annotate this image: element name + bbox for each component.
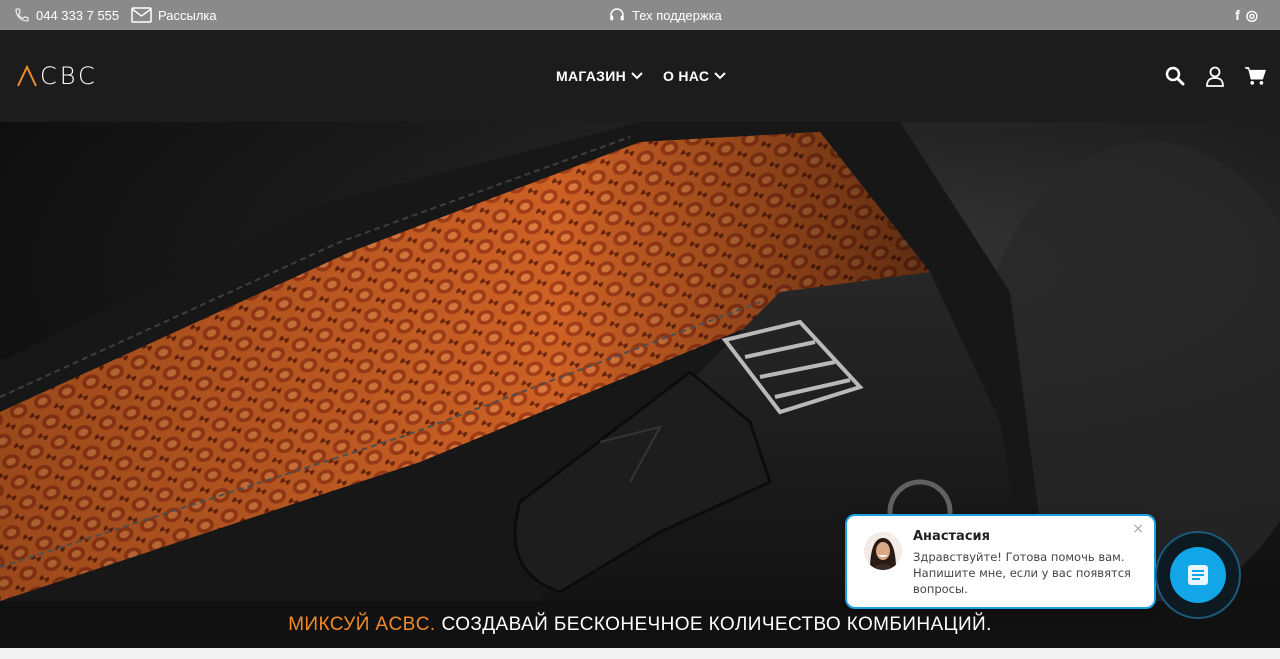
phone-icon [14, 7, 30, 23]
logo-text: CBC [40, 62, 98, 90]
newsletter-label: Рассылка [158, 7, 217, 23]
headset-icon [608, 6, 626, 24]
chat-greeting-bubble[interactable]: Анастасия Здравствуйте! Готова помочь ва… [845, 514, 1163, 609]
main-header: CBC МАГАЗИН О НАС [0, 30, 1280, 122]
chat-launcher-button[interactable] [1155, 531, 1241, 619]
chat-message: Здравствуйте! Готова помочь вам. Напишит… [913, 550, 1131, 596]
header-actions [1164, 60, 1266, 92]
instagram-icon[interactable]: ◎ [1246, 7, 1258, 24]
phone-link[interactable]: 044 333 7 555 [14, 0, 119, 30]
nav-about-label: О НАС [662, 68, 710, 84]
nav-shop[interactable]: МАГАЗИН [556, 68, 643, 84]
chat-launcher-inner [1170, 547, 1226, 603]
nav-shop-label: МАГАЗИН [556, 68, 626, 84]
close-icon[interactable]: × [1132, 521, 1144, 537]
agent-avatar [864, 532, 902, 570]
support-link[interactable]: Тех поддержка [608, 0, 722, 30]
newsletter-link[interactable]: Рассылка [131, 0, 217, 30]
chevron-down-icon [631, 72, 643, 80]
cart-icon[interactable] [1244, 65, 1266, 87]
page-bottom-strip [0, 648, 1280, 659]
top-bar: 044 333 7 555 Рассылка Тех поддержка f ◎ [0, 0, 1280, 30]
chat-document-icon [1188, 565, 1208, 585]
support-label: Тех поддержка [632, 7, 722, 23]
facebook-icon[interactable]: f [1235, 7, 1240, 23]
logo-a-mark-icon [17, 65, 37, 87]
phone-number: 044 333 7 555 [36, 7, 120, 23]
banner-accent: МИКСУЙ ACBC. [288, 613, 436, 635]
search-icon[interactable] [1164, 65, 1186, 87]
user-icon[interactable] [1204, 65, 1226, 87]
envelope-icon [131, 7, 152, 23]
chevron-down-icon [714, 72, 726, 80]
nav-about[interactable]: О НАС [663, 68, 726, 84]
main-nav: МАГАЗИН О НАС [556, 60, 726, 92]
social-links: f ◎ [1235, 0, 1258, 30]
agent-name: Анастасия [913, 529, 990, 544]
banner-text: СОЗДАВАЙ БЕСКОНЕЧНОЕ КОЛИЧЕСТВО КОМБИНАЦ… [441, 613, 992, 635]
site-logo[interactable]: CBC [16, 60, 98, 92]
